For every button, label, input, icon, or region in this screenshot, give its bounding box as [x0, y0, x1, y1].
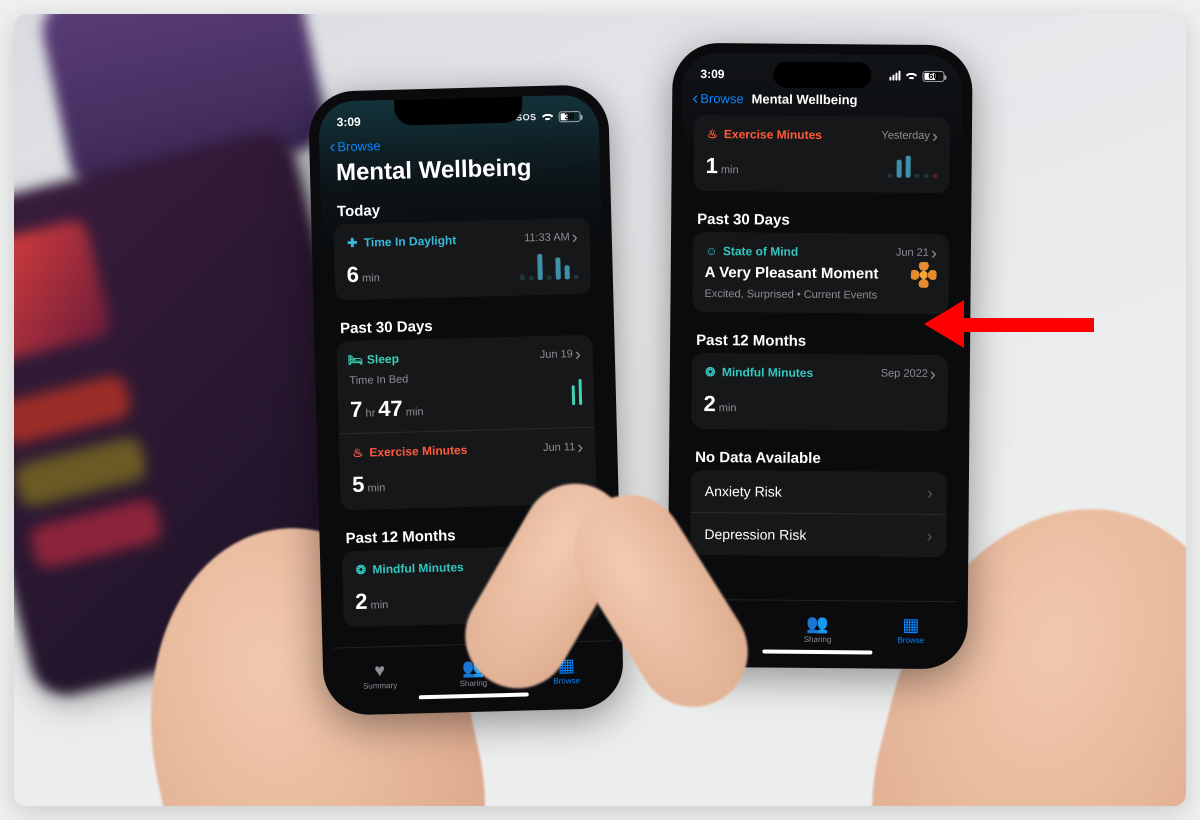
- daylight-label: Time In Daylight: [364, 233, 457, 249]
- back-label: Browse: [337, 138, 381, 154]
- chevron-right-icon: ›: [926, 527, 932, 545]
- sleep-sub: Time In Bed: [349, 367, 423, 387]
- state-label: State of Mind: [723, 244, 798, 259]
- wifi-icon: [540, 112, 554, 122]
- grid-icon: ▦: [902, 616, 919, 634]
- chevron-right-icon: ›: [577, 438, 583, 456]
- state-detail: Excited, Surprised • Current Events: [704, 282, 900, 302]
- signal-icon: [889, 71, 900, 81]
- flower-icon: [911, 262, 937, 288]
- status-time: 3:09: [700, 67, 724, 81]
- photo-frame: 3:09 SOS 38 ‹ Browse Mental Wellbeing To…: [14, 14, 1186, 806]
- state-title: A Very Pleasant Moment: [705, 260, 901, 284]
- chevron-right-icon: ›: [930, 365, 936, 383]
- mind-icon: ❂: [354, 563, 367, 576]
- card-exercise[interactable]: ♨Exercise Minutes Yesterday› 1min: [693, 115, 950, 193]
- people-icon: 👥: [806, 615, 829, 633]
- daylight-time: 11:33 AM›: [524, 228, 578, 247]
- mindful-label: Mindful Minutes: [372, 560, 464, 576]
- sleep-spark: [571, 375, 582, 405]
- back-label: Browse: [700, 90, 743, 105]
- tab-browse[interactable]: ▦Browse: [864, 601, 958, 659]
- face-icon: ☺: [705, 244, 718, 257]
- screen-right: 3:09 60 ‹ Browse Mental Wellbeing ♨ Exerc…: [677, 53, 962, 659]
- exercise-spark: [888, 148, 938, 178]
- notch: [394, 96, 523, 125]
- back-button[interactable]: ‹ Browse: [692, 89, 744, 107]
- daylight-spark: [519, 249, 579, 281]
- heart-icon: ♥: [374, 661, 385, 679]
- card-mindful[interactable]: ❂Mindful Minutes Sep 2022› 2min: [691, 353, 948, 431]
- daylight-value: 6: [346, 262, 359, 288]
- nodata-list: Anxiety Risk› Depression Risk›: [690, 470, 947, 557]
- bed-icon: 🛏: [349, 353, 362, 366]
- battery-icon: 38: [558, 110, 580, 122]
- chevron-left-icon: ‹: [329, 137, 335, 155]
- mindful-label: Mindful Minutes: [722, 365, 813, 380]
- sun-icon: ✚: [346, 236, 359, 249]
- flame-icon: ♨: [706, 127, 719, 140]
- status-time: 3:09: [337, 115, 361, 130]
- chevron-left-icon: ‹: [692, 89, 698, 107]
- row-depression[interactable]: Depression Risk›: [690, 513, 946, 557]
- chevron-right-icon: ›: [572, 228, 578, 246]
- section-p12: Past 12 Months: [692, 322, 948, 355]
- nav-title: Mental Wellbeing: [752, 91, 858, 107]
- section-nodata: No Data Available: [691, 439, 947, 472]
- mind-icon: ❂: [704, 365, 717, 378]
- battery-icon: 60: [922, 70, 944, 81]
- exercise-label: Exercise Minutes: [369, 443, 467, 460]
- chevron-right-icon: ›: [575, 345, 581, 363]
- chevron-right-icon: ›: [931, 244, 937, 262]
- card-state-of-mind[interactable]: ☺State of Mind Jun 21› A Very Pleasant M…: [692, 232, 949, 314]
- back-button[interactable]: ‹ Browse: [329, 136, 381, 155]
- section-p30: Past 30 Days: [693, 201, 949, 234]
- nav-bar: ‹ Browse Mental Wellbeing: [682, 87, 962, 109]
- dynamic-island: [773, 62, 871, 89]
- divider: [339, 427, 595, 435]
- card-sleep-exercise: 🛏Sleep Jun 19› Time In Bed 7hr 47min: [336, 335, 596, 511]
- exercise-label: Exercise Minutes: [724, 127, 822, 142]
- chevron-right-icon: ›: [927, 484, 933, 502]
- phone-right: 3:09 60 ‹ Browse Mental Wellbeing ♨ Exerc…: [667, 43, 972, 670]
- row-sleep[interactable]: 🛏Sleep Jun 19› Time In Bed 7hr 47min: [349, 345, 583, 423]
- wifi-icon: [904, 71, 918, 81]
- row-anxiety[interactable]: Anxiety Risk›: [691, 470, 947, 515]
- flame-icon: ♨: [351, 446, 364, 459]
- chevron-right-icon: ›: [932, 127, 938, 145]
- card-daylight[interactable]: ✚Time In Daylight 11:33 AM› 6min: [333, 218, 591, 301]
- sleep-label: Sleep: [367, 352, 399, 367]
- tab-summary[interactable]: ♥Summary: [332, 646, 427, 705]
